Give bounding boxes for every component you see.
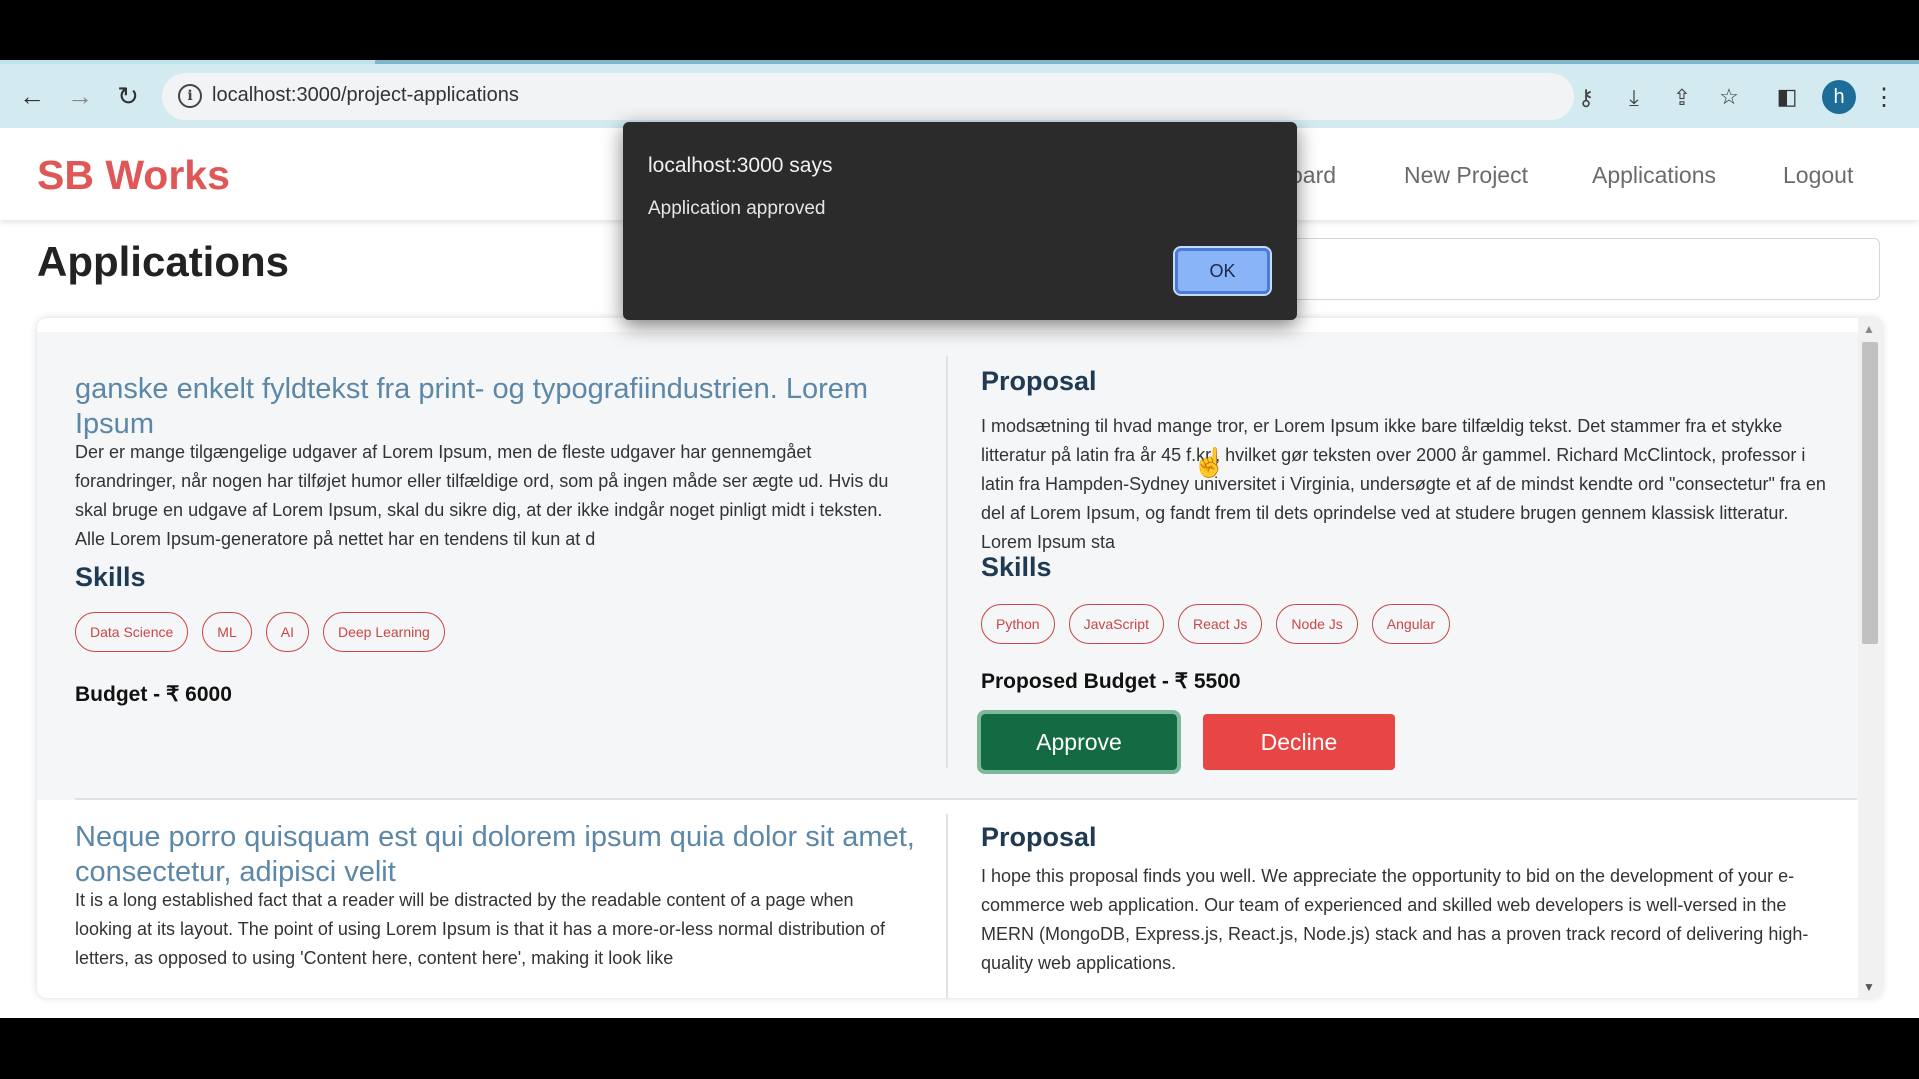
- skill-chip: Deep Learning: [322, 612, 445, 652]
- scroll-down-icon[interactable]: ▼: [1863, 980, 1875, 994]
- dialog-ok-button[interactable]: OK: [1173, 246, 1272, 296]
- project-skills-list: Data Science ML AI Deep Learning: [75, 612, 445, 652]
- dialog-message: Application approved: [648, 198, 826, 219]
- reload-icon[interactable]: ↻: [110, 78, 146, 114]
- dialog-title: localhost:3000 says: [648, 154, 833, 177]
- proposal-heading: Proposal: [981, 822, 1097, 852]
- browser-toolbar: ← → ↻ i localhost:3000/project-applicati…: [0, 64, 1919, 128]
- install-icon[interactable]: ⤓: [1620, 84, 1648, 112]
- skill-chip: Data Science: [75, 612, 189, 652]
- nav-link-applications[interactable]: Applications: [1592, 162, 1716, 189]
- decline-button[interactable]: Decline: [1203, 714, 1395, 770]
- brand-logo[interactable]: SB Works: [37, 152, 230, 199]
- skill-chip: React Js: [1177, 604, 1263, 644]
- skill-chip: Python: [981, 604, 1055, 644]
- page-title: Applications: [37, 238, 290, 285]
- filter-box[interactable]: [1280, 238, 1880, 300]
- nav-link-new-project[interactable]: New Project: [1404, 162, 1528, 189]
- scrollbar-thumb[interactable]: [1862, 342, 1878, 644]
- address-bar[interactable]: i localhost:3000/project-applications ⚷ …: [162, 73, 1691, 120]
- avatar[interactable]: h: [1822, 80, 1856, 114]
- project-skills-heading: Skills: [75, 562, 146, 592]
- approve-button[interactable]: Approve: [977, 710, 1181, 774]
- star-icon[interactable]: ☆: [1712, 80, 1746, 114]
- hand-cursor-icon: ☝: [1192, 447, 1227, 478]
- proposal-text: I modsætning til hvad mange tror, er Lor…: [981, 416, 1826, 552]
- skill-chip: ML: [202, 612, 252, 652]
- skill-chip: AI: [265, 612, 309, 652]
- menu-icon[interactable]: ⋮: [1872, 80, 1896, 114]
- back-icon[interactable]: ←: [14, 78, 50, 114]
- column-divider: [946, 814, 948, 998]
- skill-chip: JavaScript: [1068, 604, 1164, 644]
- proposed-budget: Proposed Budget - ₹ 5500: [981, 670, 1241, 693]
- skill-chip: Angular: [1371, 604, 1451, 644]
- applicant-skills-heading: Skills: [981, 552, 1052, 582]
- key-icon[interactable]: ⚷: [1572, 84, 1600, 112]
- proposal-text: I hope this proposal finds you well. We …: [981, 866, 1809, 973]
- skill-chip: Node Js: [1276, 604, 1358, 644]
- screen-letterbox-top: [0, 0, 1919, 60]
- project-description: Der er mange tilgængelige udgaver af Lor…: [75, 442, 889, 549]
- list-scrollbar[interactable]: ▲ ▼: [1858, 318, 1882, 998]
- address-bar-url[interactable]: localhost:3000/project-applications: [212, 84, 519, 107]
- sidepanel-icon[interactable]: ◧: [1770, 80, 1804, 114]
- application-card: Neque porro quisquam est qui dolorem ips…: [37, 800, 1858, 998]
- project-budget: Budget - ₹ 6000: [75, 683, 232, 706]
- forward-icon[interactable]: →: [62, 78, 98, 114]
- applicant-skills-list: Python JavaScript React Js Node Js Angul…: [981, 604, 1451, 644]
- project-title: ganske enkelt fyldtekst fra print- og ty…: [75, 373, 869, 440]
- column-divider: [946, 356, 948, 768]
- applications-list: ganske enkelt fyldtekst fra print- og ty…: [37, 318, 1882, 998]
- project-description: It is a long established fact that a rea…: [75, 890, 886, 968]
- screen-letterbox-bottom: [0, 1018, 1919, 1079]
- proposal-heading: Proposal: [981, 366, 1097, 396]
- alert-dialog: localhost:3000 says Application approved…: [623, 122, 1297, 320]
- nav-link-logout[interactable]: Logout: [1783, 162, 1853, 189]
- project-title: Neque porro quisquam est qui dolorem ips…: [75, 821, 915, 888]
- info-icon[interactable]: i: [178, 84, 202, 108]
- share-icon[interactable]: ⇪: [1668, 84, 1696, 112]
- scroll-up-icon[interactable]: ▲: [1863, 322, 1875, 336]
- application-card: ganske enkelt fyldtekst fra print- og ty…: [37, 332, 1858, 800]
